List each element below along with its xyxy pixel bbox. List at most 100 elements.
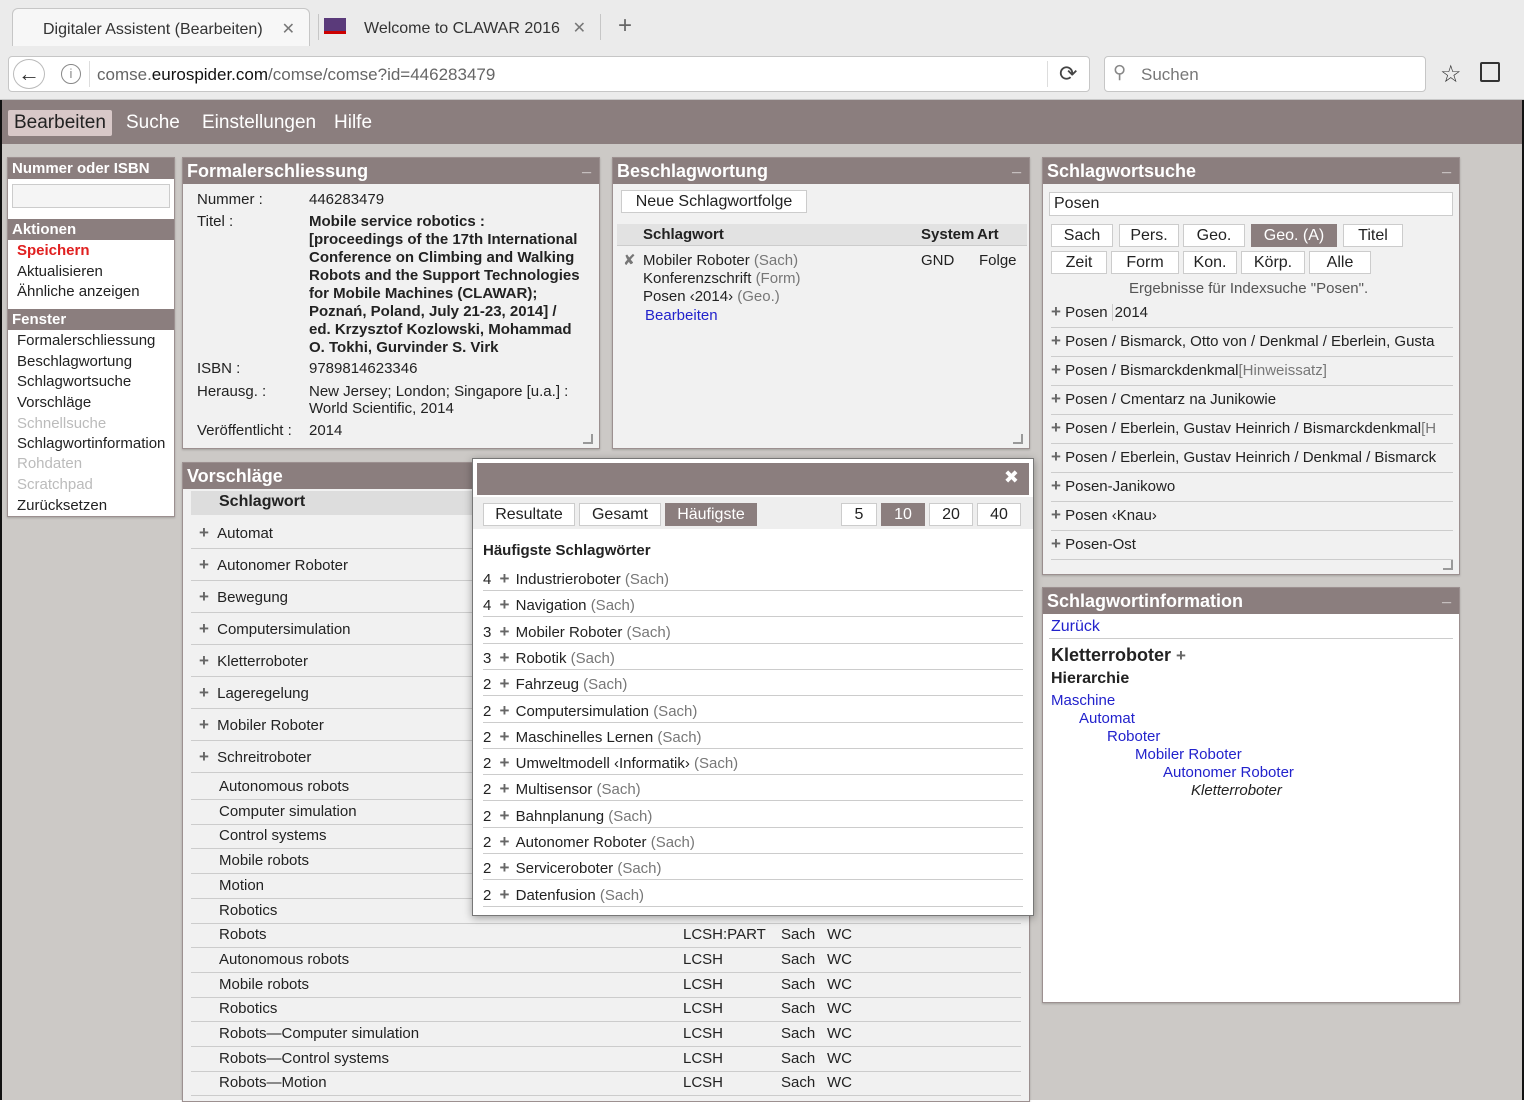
haeufig-item[interactable]: 2 + Umweltmodell ‹Informatik› (Sach): [483, 749, 1023, 776]
count-10[interactable]: 10: [881, 503, 925, 526]
haeufig-item[interactable]: 2 + Computersimulation (Sach): [483, 697, 1023, 723]
action-aktualisieren[interactable]: Aktualisieren: [17, 263, 103, 280]
add-plus-icon[interactable]: +: [500, 569, 510, 588]
window-schlagwortinformation[interactable]: Schlagwortinformation: [17, 435, 165, 452]
haeufig-item[interactable]: 2 + Fahrzeug (Sach): [483, 670, 1023, 697]
filter-button[interactable]: Körp.: [1241, 251, 1305, 274]
add-plus-icon[interactable]: +: [1051, 331, 1061, 350]
close-icon[interactable]: ✖: [1004, 467, 1019, 488]
add-plus-icon[interactable]: +: [199, 651, 209, 670]
bookmark-star-icon[interactable]: ☆: [1440, 60, 1462, 89]
haeufig-item[interactable]: 4 + Navigation (Sach): [483, 591, 1023, 618]
result-item[interactable]: + Posen / Bismarck, Otto von / Denkmal /…: [1051, 331, 1453, 357]
suggestion-row[interactable]: Mobile robots LCSH Sach WC: [191, 973, 1021, 998]
add-plus-icon[interactable]: +: [1051, 302, 1061, 321]
hierarchy-item[interactable]: Maschine: [1051, 692, 1115, 709]
window-vorschlaege[interactable]: Vorschläge: [17, 394, 91, 411]
hierarchy-item[interactable]: Autonomer Roboter: [1163, 764, 1294, 781]
hierarchy-item[interactable]: Roboter: [1107, 728, 1160, 745]
filter-button[interactable]: Sach: [1051, 224, 1113, 247]
add-plus-icon[interactable]: +: [1051, 505, 1061, 524]
tab-gesamt[interactable]: Gesamt: [579, 503, 661, 526]
suggestion-row[interactable]: Robots—Motion LCSH Sach WC: [191, 1071, 1021, 1097]
resize-handle[interactable]: [1443, 560, 1453, 570]
hierarchy-item[interactable]: Automat: [1079, 710, 1135, 727]
filter-button[interactable]: Titel: [1343, 224, 1403, 247]
add-plus-icon[interactable]: +: [199, 715, 209, 734]
suggestion-row[interactable]: Robots LCSH:PART Sach WC: [191, 923, 1021, 949]
add-plus-icon[interactable]: +: [1051, 534, 1061, 553]
window-beschlagwortung[interactable]: Beschlagwortung: [17, 353, 132, 370]
add-plus-icon[interactable]: +: [500, 832, 510, 851]
resize-handle[interactable]: [583, 434, 593, 444]
menu-bearbeiten[interactable]: Bearbeiten: [8, 110, 112, 136]
haeufig-item[interactable]: 2 + Autonomer Roboter (Sach): [483, 828, 1023, 854]
add-plus-icon[interactable]: +: [199, 747, 209, 766]
tab-resultate[interactable]: Resultate: [483, 503, 575, 526]
add-plus-icon[interactable]: +: [500, 622, 510, 641]
add-plus-icon[interactable]: +: [1051, 389, 1061, 408]
new-tab-button[interactable]: +: [618, 12, 632, 40]
filter-button[interactable]: Form: [1111, 251, 1179, 274]
add-plus-icon[interactable]: +: [1051, 360, 1061, 379]
add-plus-icon[interactable]: +: [500, 885, 510, 904]
suggestion-row[interactable]: Robots—Computer simulation LCSH Sach WC: [191, 1022, 1021, 1047]
action-speichern[interactable]: Speichern: [17, 242, 90, 259]
action-aehnliche[interactable]: Ähnliche anzeigen: [17, 283, 140, 300]
haeufig-item[interactable]: 3 + Robotik (Sach): [483, 644, 1023, 670]
count-40[interactable]: 40: [977, 503, 1021, 526]
window-zuruecksetzen[interactable]: Zurücksetzen: [17, 497, 107, 514]
reading-list-icon[interactable]: [1480, 62, 1500, 82]
haeufig-item[interactable]: 3 + Mobiler Roboter (Sach): [483, 618, 1023, 644]
resize-handle[interactable]: [1013, 434, 1023, 444]
filter-button[interactable]: Pers.: [1119, 224, 1179, 247]
haeufig-item[interactable]: 2 + Maschinelles Lernen (Sach): [483, 723, 1023, 749]
add-plus-icon[interactable]: +: [1051, 447, 1061, 466]
minimize-icon[interactable]: _: [1012, 158, 1021, 176]
add-plus-icon[interactable]: +: [500, 701, 510, 720]
add-plus-icon[interactable]: +: [500, 648, 510, 667]
url-bar[interactable]: ← i comse.eurospider.com/comse/comse?id=…: [8, 56, 1090, 92]
hierarchy-item[interactable]: Mobiler Roboter: [1135, 746, 1242, 763]
suggestion-row[interactable]: Autonomous robots LCSH Sach WC: [191, 948, 1021, 973]
neue-schlagwortfolge-button[interactable]: Neue Schlagwortfolge: [621, 190, 807, 213]
result-item[interactable]: + Posen / Cmentarz na Junikowie: [1051, 389, 1453, 415]
add-plus-icon[interactable]: +: [1051, 418, 1061, 437]
add-plus-icon[interactable]: +: [199, 555, 209, 574]
add-plus-icon[interactable]: +: [500, 753, 510, 772]
filter-button[interactable]: Alle: [1309, 251, 1371, 274]
minimize-icon[interactable]: _: [582, 158, 591, 176]
result-item[interactable]: + Posen 2014: [1051, 302, 1453, 328]
menu-einstellungen[interactable]: Einstellungen: [196, 110, 322, 136]
haeufig-item[interactable]: 2 + Multisensor (Sach): [483, 775, 1023, 802]
add-plus-icon[interactable]: +: [500, 674, 510, 693]
window-schlagwortsuche[interactable]: Schlagwortsuche: [17, 373, 131, 390]
haeufig-item[interactable]: 4 + Industrieroboter (Sach): [483, 565, 1023, 591]
tab-haeufigste[interactable]: Häufigste: [665, 503, 757, 526]
add-plus-icon[interactable]: +: [500, 806, 510, 825]
reload-icon[interactable]: ⟳: [1059, 61, 1077, 87]
tab-clawar[interactable]: Welcome to CLAWAR 2016 ✕: [318, 8, 600, 46]
add-plus-icon[interactable]: +: [199, 619, 209, 638]
bearbeiten-link[interactable]: Bearbeiten: [645, 307, 718, 324]
menu-hilfe[interactable]: Hilfe: [328, 110, 378, 136]
add-plus-icon[interactable]: +: [1051, 476, 1061, 495]
add-plus-icon[interactable]: +: [199, 683, 209, 702]
window-formalerschliessung[interactable]: Formalerschliessung: [17, 332, 155, 349]
tab-digitaler-assistent[interactable]: Digitaler Assistent (Bearbeiten) ✕: [12, 8, 310, 46]
back-arrow-icon[interactable]: ←: [13, 59, 45, 89]
haeufig-item[interactable]: 2 + Bahnplanung (Sach): [483, 802, 1023, 828]
search-bar[interactable]: ⚲ Suchen: [1104, 56, 1426, 92]
filter-button[interactable]: Geo. (A): [1251, 224, 1337, 247]
haeufig-item[interactable]: 2 + Datenfusion (Sach): [483, 881, 1023, 907]
count-5[interactable]: 5: [841, 503, 877, 526]
filter-button[interactable]: Zeit: [1051, 251, 1107, 274]
result-item[interactable]: + Posen ‹Knau›: [1051, 505, 1453, 531]
add-plus-icon[interactable]: +: [199, 587, 209, 606]
menu-suche[interactable]: Suche: [120, 110, 186, 136]
remove-icon[interactable]: ✘: [623, 251, 636, 269]
add-plus-icon[interactable]: +: [500, 858, 510, 877]
add-plus-icon[interactable]: +: [500, 595, 510, 614]
result-item[interactable]: + Posen / Eberlein, Gustav Heinrich / Bi…: [1051, 418, 1453, 444]
result-item[interactable]: + Posen / Eberlein, Gustav Heinrich / De…: [1051, 447, 1453, 473]
